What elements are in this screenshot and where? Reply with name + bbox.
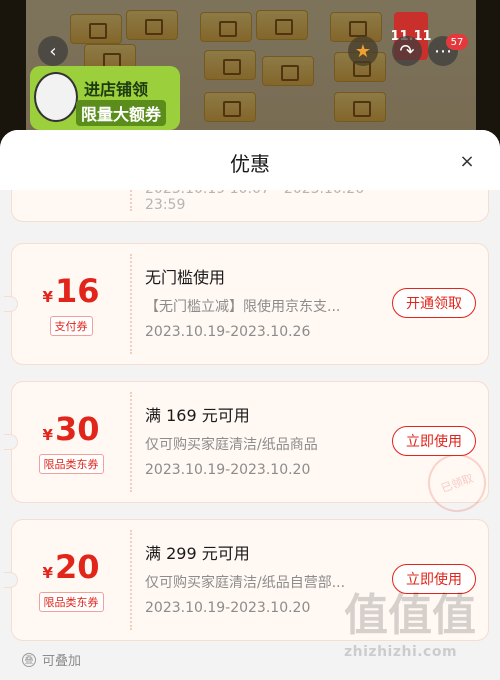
coupon-value: 20 [54,548,100,586]
coupon-date: 2023.10.19-2023.10.20 [145,462,311,478]
sheet-title: 优惠 [230,152,270,176]
coupon-amount: ¥ 30 [43,410,100,448]
coupon-value-area: ¥ 30 限品类东券 [12,382,130,502]
close-icon: × [459,150,475,172]
coupon-description: 仅可购买家庭清洁/纸品商品 [145,437,318,453]
coupon-divider [130,254,132,354]
stackable-hint: 叠 可叠加 [22,650,81,669]
currency-symbol: ¥ [42,288,53,306]
coupon-date: 2023.10.19-2023.10.26 [145,324,311,340]
mascot-icon [34,72,78,122]
share-icon: ↷ [399,40,415,62]
coupon-description: 仅可购买家庭清洁/纸品自营部... [145,575,346,591]
site-watermark: 值值值 zhizhizhi.com [344,594,494,674]
sheet-header: 优惠 × [0,130,500,190]
stackable-label: 可叠加 [42,654,82,669]
coupon-value: 16 [54,272,100,310]
coupon-amount: ¥ 16 [43,272,100,310]
coupon-title: 满 169 元可用 [145,406,250,425]
favorite-button[interactable]: ★ [348,36,378,66]
coupon-divider [130,392,132,492]
use-now-button[interactable]: 立即使用 [392,426,476,456]
watermark-glyphs: 值值值 [344,590,476,641]
currency-symbol: ¥ [42,426,53,444]
store-coupon-promo[interactable]: 进店铺领 限量大额券 [30,66,180,130]
coupon-title: 无门槛使用 [145,268,226,287]
coupon-type-tag: 支付券 [49,316,93,336]
coupon-value-area: ¥ 20 限品类东券 [12,520,130,640]
currency-symbol: ¥ [42,564,53,582]
watermark-url: zhizhizhi.com [344,644,458,660]
coupon-type-tag: 限品类东券 [38,592,104,612]
coupon-divider [130,530,132,630]
coupon-title: 满 299 元可用 [145,544,250,563]
coupon-card: ¥ 30 限品类东券 满 169 元可用 仅可购买家庭清洁/纸品商品 2023.… [4,381,495,521]
message-count-badge: 57 [446,34,468,50]
coupon-card: ¥ 16 支付券 无门槛使用 【无门槛立减】限使用京东支... 2023.10.… [4,243,489,365]
activate-claim-button[interactable]: 开通领取 [392,288,476,318]
back-icon: ‹ [49,40,57,62]
stackable-icon: 叠 [22,652,36,667]
coupon-description: 【无门槛立减】限使用京东支... [145,299,341,315]
promo-line1: 进店铺领 [84,80,149,99]
coupon-value-area: ¥ 16 支付券 [12,244,130,364]
back-button[interactable]: ‹ [38,36,68,66]
claimed-stamp: 已领取 [419,445,495,521]
coupon-type-tag: 限品类东券 [38,454,104,474]
share-button[interactable]: ↷ [392,36,422,66]
promo-line2: 限量大额券 [76,100,167,126]
coupon-amount: ¥ 20 [43,548,100,586]
coupon-sheet: 2023.10.19 10:07 - 2023.10.26 23:59 ¥ 16… [0,130,500,680]
coupon-value: 30 [54,410,100,448]
close-button[interactable]: × [456,150,478,172]
star-icon: ★ [354,40,372,62]
